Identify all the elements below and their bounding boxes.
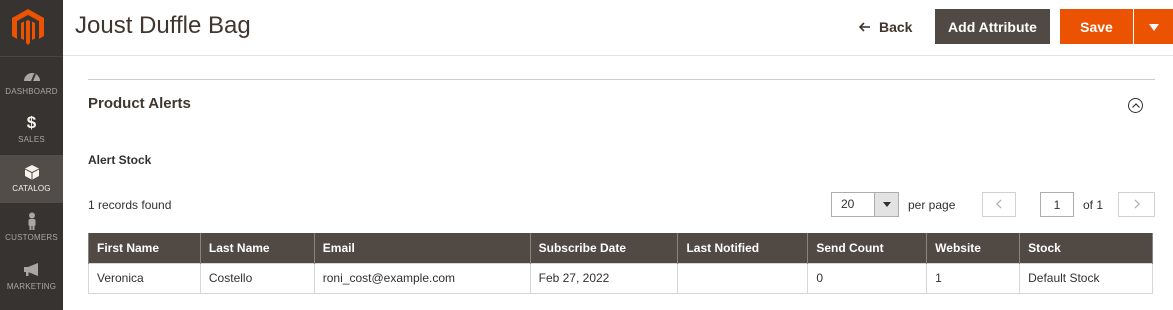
records-count: 1 records found (88, 198, 172, 212)
per-page-value: 20 (841, 197, 855, 211)
page-header: Joust Duffle Bag Back Add Attribute Save (63, 0, 1173, 56)
cell-send-count: 0 (807, 262, 928, 294)
sidebar-item-label: SALES (18, 135, 45, 144)
column-header-email[interactable]: Email (313, 233, 531, 263)
alert-stock-grid: First Name Last Name Email Subscribe Dat… (88, 233, 1153, 294)
per-page-select[interactable]: 20 (831, 192, 899, 217)
dollar-icon: $ (26, 113, 37, 132)
cell-last-name: Costello (199, 262, 315, 294)
next-page-button[interactable] (1118, 192, 1155, 217)
save-options-toggle[interactable] (1134, 9, 1173, 44)
magento-logo-icon[interactable] (12, 9, 44, 45)
table-row[interactable]: Veronica Costello roni_cost@example.com … (88, 262, 1153, 294)
person-icon (0, 212, 63, 230)
admin-sidebar: DASHBOARD $ SALES CATALOG CUSTOMERS MARK… (0, 0, 63, 310)
column-header-last-name[interactable]: Last Name (199, 233, 315, 263)
caret-down-icon[interactable] (874, 193, 898, 216)
back-button-label: Back (879, 19, 913, 35)
back-button[interactable]: Back (858, 16, 912, 38)
sidebar-item-label: CUSTOMERS (5, 233, 58, 242)
sidebar-item-dashboard[interactable]: DASHBOARD (0, 58, 63, 106)
column-header-last-notified[interactable]: Last Notified (677, 233, 809, 263)
chevron-left-icon (996, 196, 1002, 214)
column-header-website[interactable]: Website (926, 233, 1021, 263)
caret-down-icon (1148, 18, 1159, 36)
cell-subscribe-date: Feb 27, 2022 (529, 262, 679, 294)
chevron-right-icon (1134, 196, 1140, 214)
column-header-stock[interactable]: Stock (1019, 233, 1153, 263)
sidebar-item-label: MARKETING (6, 282, 57, 291)
dashboard-icon (0, 66, 63, 84)
sidebar-item-marketing[interactable]: MARKETING (0, 253, 63, 301)
add-attribute-button[interactable]: Add Attribute (935, 9, 1050, 44)
megaphone-icon (0, 261, 63, 279)
section-title[interactable]: Product Alerts (88, 95, 191, 112)
cell-stock: Default Stock (1019, 262, 1153, 294)
save-button[interactable]: Save (1060, 9, 1133, 44)
cell-email: roni_cost@example.com (313, 262, 531, 294)
per-page-label: per page (908, 198, 956, 212)
section-divider (88, 79, 1155, 80)
page-number-input[interactable] (1040, 192, 1074, 217)
sidebar-item-label: DASHBOARD (5, 87, 58, 96)
table-header-row: First Name Last Name Email Subscribe Dat… (88, 233, 1153, 263)
column-header-send-count[interactable]: Send Count (807, 233, 928, 263)
page-title: Joust Duffle Bag (75, 12, 251, 39)
cell-first-name: Veronica (88, 262, 201, 294)
box-icon (0, 163, 63, 181)
sidebar-item-catalog[interactable]: CATALOG (0, 155, 63, 203)
collapse-icon[interactable] (1128, 98, 1143, 113)
sidebar-item-customers[interactable]: CUSTOMERS (0, 204, 63, 252)
sidebar-item-label: CATALOG (12, 184, 51, 193)
cell-website: 1 (926, 262, 1021, 294)
sidebar-item-sales[interactable]: $ SALES (0, 106, 63, 154)
subsection-title: Alert Stock (88, 153, 152, 167)
column-header-first-name[interactable]: First Name (88, 233, 201, 263)
page-total: of 1 (1083, 198, 1104, 212)
column-header-subscribe-date[interactable]: Subscribe Date (529, 233, 679, 263)
cell-last-notified (677, 262, 809, 294)
arrow-left-icon (858, 19, 871, 35)
previous-page-button[interactable] (982, 192, 1016, 217)
